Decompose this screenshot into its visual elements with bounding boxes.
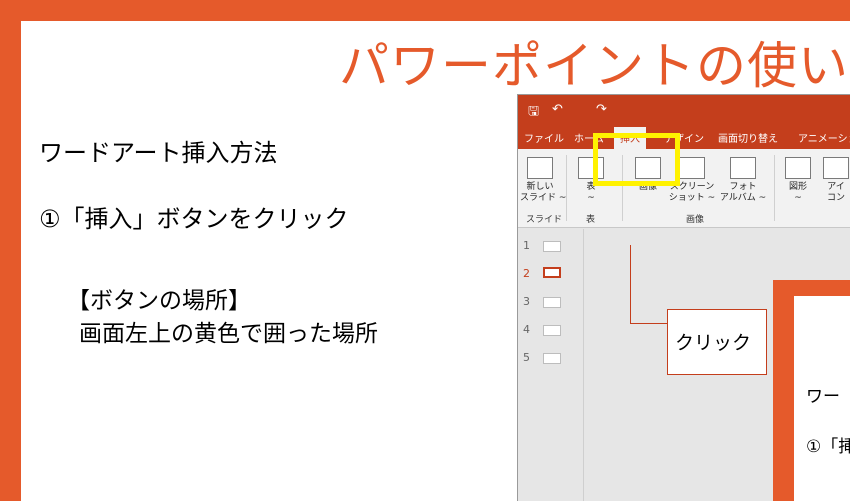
group-label-table: 表	[586, 215, 596, 225]
callout-leader-horizontal	[630, 323, 667, 324]
redo-icon[interactable]: ↷	[596, 102, 607, 117]
save-icon[interactable]: 🖫	[528, 102, 539, 124]
ribbon: 新しい スライド ~ 表 ~ 画像 スクリーン ショット ~ フォト アルバム …	[518, 149, 850, 228]
slide-number: 4	[523, 323, 530, 336]
slide-thumbnail[interactable]	[543, 297, 561, 308]
slide-title: パワーポイントの使い	[339, 37, 849, 95]
ribbon-tabs: ファイル ホーム 挿入 デザイン 画面切り替え アニメーショ	[518, 124, 850, 149]
icons-label: アイ コン	[826, 182, 845, 203]
slide-number: 3	[523, 295, 530, 308]
tab-file[interactable]: ファイル	[524, 130, 564, 145]
slide-number: 5	[523, 351, 530, 364]
photo-album-button[interactable]: フォト アルバム ~	[718, 157, 768, 204]
callout-leader-vertical	[630, 245, 631, 323]
highlight-box	[593, 133, 680, 186]
slide-line-2: ①「挿入」ボタンをクリック	[39, 205, 349, 233]
editor-slide-canvas: ワー ①「挿	[794, 296, 850, 501]
tab-animations[interactable]: アニメーショ	[798, 130, 850, 145]
new-slide-label: 新しい スライド ~	[520, 182, 567, 203]
photo-album-icon	[730, 157, 756, 179]
slide-thumbnail[interactable]	[543, 353, 561, 364]
undo-icon[interactable]: ↶	[552, 102, 563, 117]
editor-text-line-2: ①「挿	[806, 437, 850, 457]
slide-line-4: 画面左上の黄色で囲った場所	[79, 321, 378, 347]
new-slide-button[interactable]: 新しい スライド ~	[520, 157, 567, 204]
new-slide-icon	[527, 157, 553, 179]
group-label-image: 画像	[686, 215, 705, 225]
slide-editor[interactable]: ワー ①「挿	[773, 280, 850, 501]
group-label-slide: スライド	[526, 215, 563, 225]
screenshot-icon	[679, 157, 705, 179]
editor-text-line-1: ワー	[806, 387, 840, 407]
shapes-label: 図形 ~	[788, 182, 807, 203]
slide-thumbnail[interactable]	[543, 325, 561, 336]
divider	[566, 155, 567, 221]
click-callout: クリック	[667, 309, 767, 375]
tab-transitions[interactable]: 画面切り替え	[718, 130, 778, 145]
slide-number: 1	[523, 239, 530, 252]
divider	[774, 155, 775, 221]
photo-album-label: フォト アルバム ~	[719, 182, 767, 203]
slide: パワーポイントの使い ワードアート挿入方法 ①「挿入」ボタンをクリック 【ボタン…	[21, 21, 850, 501]
slide-number: 2	[523, 267, 530, 280]
title-bar: 🖫 ↶ ↷	[518, 95, 850, 124]
slide-line-3: 【ボタンの場所】	[67, 288, 251, 314]
shapes-button[interactable]: 図形 ~	[782, 157, 814, 204]
shapes-icon	[785, 157, 811, 179]
slide-thumbnail[interactable]	[543, 241, 561, 252]
icons-button[interactable]: アイ コン	[818, 157, 850, 204]
slide-line-1: ワードアート挿入方法	[39, 139, 278, 167]
powerpoint-screenshot: 🖫 ↶ ↷ ファイル ホーム 挿入 デザイン 画面切り替え アニメーショ 新しい…	[517, 94, 850, 501]
slide-thumbnail-pane: 1 2 3 4 5	[518, 229, 584, 501]
slide-thumbnail-selected[interactable]	[543, 267, 561, 278]
icons-icon	[823, 157, 849, 179]
